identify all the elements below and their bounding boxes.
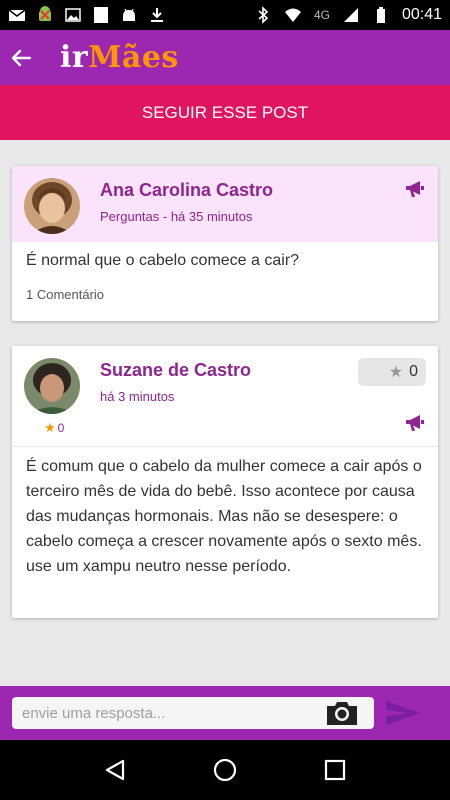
status-bar: 4G 00:41 [0, 0, 450, 30]
vote-count: 0 [409, 363, 418, 380]
download-icon [148, 6, 166, 24]
battery-icon [372, 6, 390, 24]
nav-back-button[interactable] [100, 755, 130, 785]
blank-square-icon [92, 6, 110, 24]
star-outline-icon: ★ [388, 364, 404, 381]
answer-card: Suzane de Castro há 3 minutos ★ 0 ★ 0 É … [12, 346, 438, 618]
camera-button[interactable] [325, 698, 359, 728]
android-icon [120, 6, 138, 24]
app-logo: irMães [60, 40, 179, 75]
question-text: É normal que o cabelo comece a cair? [26, 252, 300, 269]
answer-text: É comum que o cabelo da mulher comece a … [26, 458, 422, 575]
megaphone-icon[interactable] [404, 178, 426, 200]
send-button[interactable] [384, 698, 422, 728]
circle-home-icon [213, 758, 237, 782]
reply-input[interactable] [12, 697, 374, 729]
answer-author-name[interactable]: Suzane de Castro [100, 360, 251, 381]
question-author-name[interactable]: Ana Carolina Castro [100, 180, 273, 201]
avatar-question-author[interactable] [24, 178, 80, 234]
app-bar: irMães [0, 30, 450, 85]
question-header: Ana Carolina Castro Perguntas - há 35 mi… [12, 166, 438, 242]
image-icon [64, 6, 82, 24]
author-rating-value: 0 [57, 421, 65, 435]
wifi-icon [284, 6, 302, 24]
question-meta: Perguntas - há 35 minutos [100, 209, 253, 224]
nav-recents-button[interactable] [320, 755, 350, 785]
square-recents-icon [324, 759, 346, 781]
question-card: Ana Carolina Castro Perguntas - há 35 mi… [12, 166, 438, 321]
megaphone-icon[interactable] [404, 412, 426, 434]
system-nav-bar [0, 740, 450, 800]
star-icon: ★ [44, 420, 56, 435]
nav-home-button[interactable] [210, 755, 240, 785]
signal-icon [342, 6, 360, 24]
network-type-label: 4G [313, 8, 330, 22]
bluetooth-icon [254, 6, 272, 24]
camera-icon [327, 702, 357, 725]
answer-meta: há 3 minutos [100, 389, 175, 404]
logo-part-maes: Mães [88, 40, 179, 75]
send-icon [386, 701, 420, 725]
vote-button[interactable]: ★ 0 [358, 358, 426, 386]
reply-bar [0, 686, 450, 740]
author-rating: ★ 0 [44, 420, 64, 436]
arrow-left-icon [11, 49, 32, 66]
android-download-icon [36, 6, 54, 24]
divider [12, 446, 438, 447]
logo-part-ir: ir [60, 40, 89, 75]
email-icon [8, 6, 26, 24]
clock: 00:41 [401, 6, 442, 23]
triangle-back-icon [105, 759, 125, 781]
avatar-answer-author[interactable] [24, 358, 80, 414]
answer-header: Suzane de Castro há 3 minutos ★ 0 ★ 0 [12, 346, 438, 446]
back-button[interactable] [10, 47, 32, 69]
comment-count[interactable]: 1 Comentário [26, 287, 104, 302]
follow-post-button[interactable]: SEGUIR ESSE POST [0, 85, 450, 140]
